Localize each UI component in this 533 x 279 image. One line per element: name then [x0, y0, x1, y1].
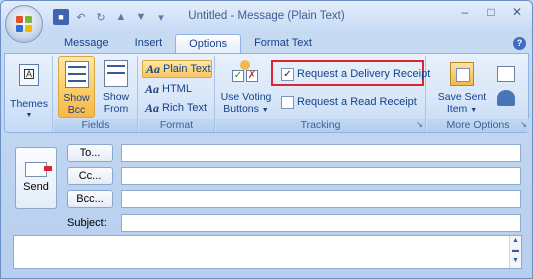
voting-icon: ✓ ✗ — [232, 60, 260, 88]
plain-text-button[interactable]: Aa Plain Text — [142, 60, 212, 78]
show-from-icon — [102, 60, 130, 88]
save-sent-item-icon — [448, 60, 476, 88]
use-voting-label-2-row: Buttons ▼ — [218, 103, 274, 117]
chevron-down-icon: ▼ — [261, 107, 269, 114]
tracking-group-label: Tracking ↘ — [216, 119, 425, 132]
tab-options[interactable]: Options — [175, 34, 242, 53]
show-from-label-2: From — [103, 103, 129, 115]
title-bar: ■ ↶ ↻ ▲ ▼ ▾ Untitled - Message (Plain Te… — [1, 1, 532, 33]
vertical-scrollbar[interactable]: ▲ ▬ ▼ — [509, 236, 521, 268]
delivery-receipt-checkbox[interactable]: ✓ Request a Delivery Receipt — [278, 65, 433, 83]
format-group-label: Format — [139, 119, 214, 132]
group-tracking: ✓ ✗ Use Voting Buttons ▼ ✓ Request a Del… — [216, 56, 430, 132]
save-sent-label-2: Item — [446, 103, 468, 115]
use-voting-label-2: Buttons — [223, 103, 259, 115]
ribbon: A Themes ▼ Show Bcc Show From Fields Aa … — [4, 53, 529, 133]
outlook-message-window: ■ ↶ ↻ ▲ ▼ ▾ Untitled - Message (Plain Te… — [0, 0, 533, 279]
minimize-icon[interactable]: – — [454, 4, 476, 20]
send-button[interactable]: Send — [15, 147, 57, 209]
use-voting-buttons-button[interactable]: ✓ ✗ Use Voting Buttons ▼ — [218, 58, 274, 117]
dialog-launcher-icon[interactable]: ↘ — [520, 118, 527, 131]
rich-text-icon: Aa — [145, 100, 160, 115]
close-icon[interactable]: ✕ — [506, 4, 528, 20]
checkbox-checked-icon: ✓ — [281, 67, 294, 81]
more-options-group-label: More Options ↘ — [427, 119, 529, 132]
html-button[interactable]: Aa HTML — [142, 80, 195, 98]
send-envelope-icon — [25, 162, 52, 177]
rich-text-label: Rich Text — [162, 102, 208, 114]
send-label: Send — [23, 181, 49, 193]
ribbon-tabs: Message Insert Options Format Text — [51, 34, 325, 53]
plain-text-label: Plain Text — [163, 63, 211, 75]
group-more-options: Save Sent Item ▼ More Options ↘ — [427, 56, 529, 132]
tab-format-text[interactable]: Format Text — [241, 34, 325, 53]
scroll-down-icon[interactable]: ▼ — [512, 257, 519, 264]
delay-delivery-icon[interactable] — [497, 66, 515, 82]
cc-button[interactable]: Cc... — [67, 167, 113, 185]
use-voting-label-1: Use Voting — [220, 91, 272, 103]
show-bcc-button[interactable]: Show Bcc — [58, 56, 95, 118]
save-sent-item-button[interactable]: Save Sent Item ▼ — [433, 58, 491, 117]
message-body[interactable]: ▲ ▬ ▼ — [13, 235, 522, 269]
cc-field[interactable] — [121, 167, 521, 185]
subject-field[interactable] — [121, 214, 521, 232]
html-icon: Aa — [145, 81, 160, 96]
show-bcc-label-1: Show — [63, 92, 90, 104]
bcc-button[interactable]: Bcc... — [67, 190, 113, 208]
group-fields: Show Bcc Show From Fields — [54, 56, 138, 132]
save-sent-label-2-row: Item ▼ — [433, 103, 491, 117]
tab-message[interactable]: Message — [51, 34, 122, 53]
office-button[interactable] — [5, 5, 43, 43]
group-themes: A Themes ▼ — [5, 56, 53, 132]
window-controls: – □ ✕ — [454, 4, 528, 20]
delivery-receipt-label: Request a Delivery Receipt — [297, 68, 431, 80]
scroll-up-icon[interactable]: ▲ — [512, 237, 519, 244]
to-button[interactable]: To... — [67, 144, 113, 162]
dialog-launcher-icon[interactable]: ↘ — [416, 118, 423, 131]
html-label: HTML — [162, 83, 192, 95]
read-receipt-label: Request a Read Receipt — [297, 96, 417, 108]
show-from-label-1: Show — [102, 91, 130, 103]
read-receipt-checkbox[interactable]: Request a Read Receipt — [278, 93, 420, 111]
direct-replies-icon[interactable] — [497, 90, 515, 106]
save-sent-label-1: Save Sent — [437, 91, 487, 103]
show-bcc-icon — [63, 61, 91, 89]
themes-button[interactable]: A Themes ▼ — [9, 58, 49, 122]
plain-text-icon: Aa — [146, 61, 161, 76]
chevron-down-icon: ▼ — [470, 107, 478, 114]
bcc-field[interactable] — [121, 190, 521, 208]
group-format: Aa Plain Text Aa HTML Aa Rich Text Forma… — [139, 56, 215, 132]
to-field[interactable] — [121, 144, 521, 162]
window-title: Untitled - Message (Plain Text) — [188, 10, 345, 22]
show-bcc-label-2: Bcc — [67, 104, 86, 116]
rich-text-button[interactable]: Aa Rich Text — [142, 99, 210, 117]
themes-icon: A — [19, 64, 39, 86]
office-logo-icon — [16, 16, 33, 33]
scroll-thumb-icon[interactable]: ▬ — [512, 247, 519, 254]
tracking-group-label-text: Tracking — [300, 119, 341, 131]
more-options-group-label-text: More Options — [446, 119, 510, 131]
themes-label: Themes — [10, 98, 48, 110]
help-icon[interactable]: ? — [513, 37, 526, 50]
checkbox-unchecked-icon — [281, 95, 294, 109]
show-from-button[interactable]: Show From — [98, 58, 134, 115]
subject-label: Subject: — [67, 217, 107, 229]
maximize-icon[interactable]: □ — [480, 4, 502, 20]
chevron-down-icon: ▼ — [25, 112, 33, 119]
fields-group-label: Fields — [54, 119, 137, 132]
tab-insert[interactable]: Insert — [122, 34, 176, 53]
